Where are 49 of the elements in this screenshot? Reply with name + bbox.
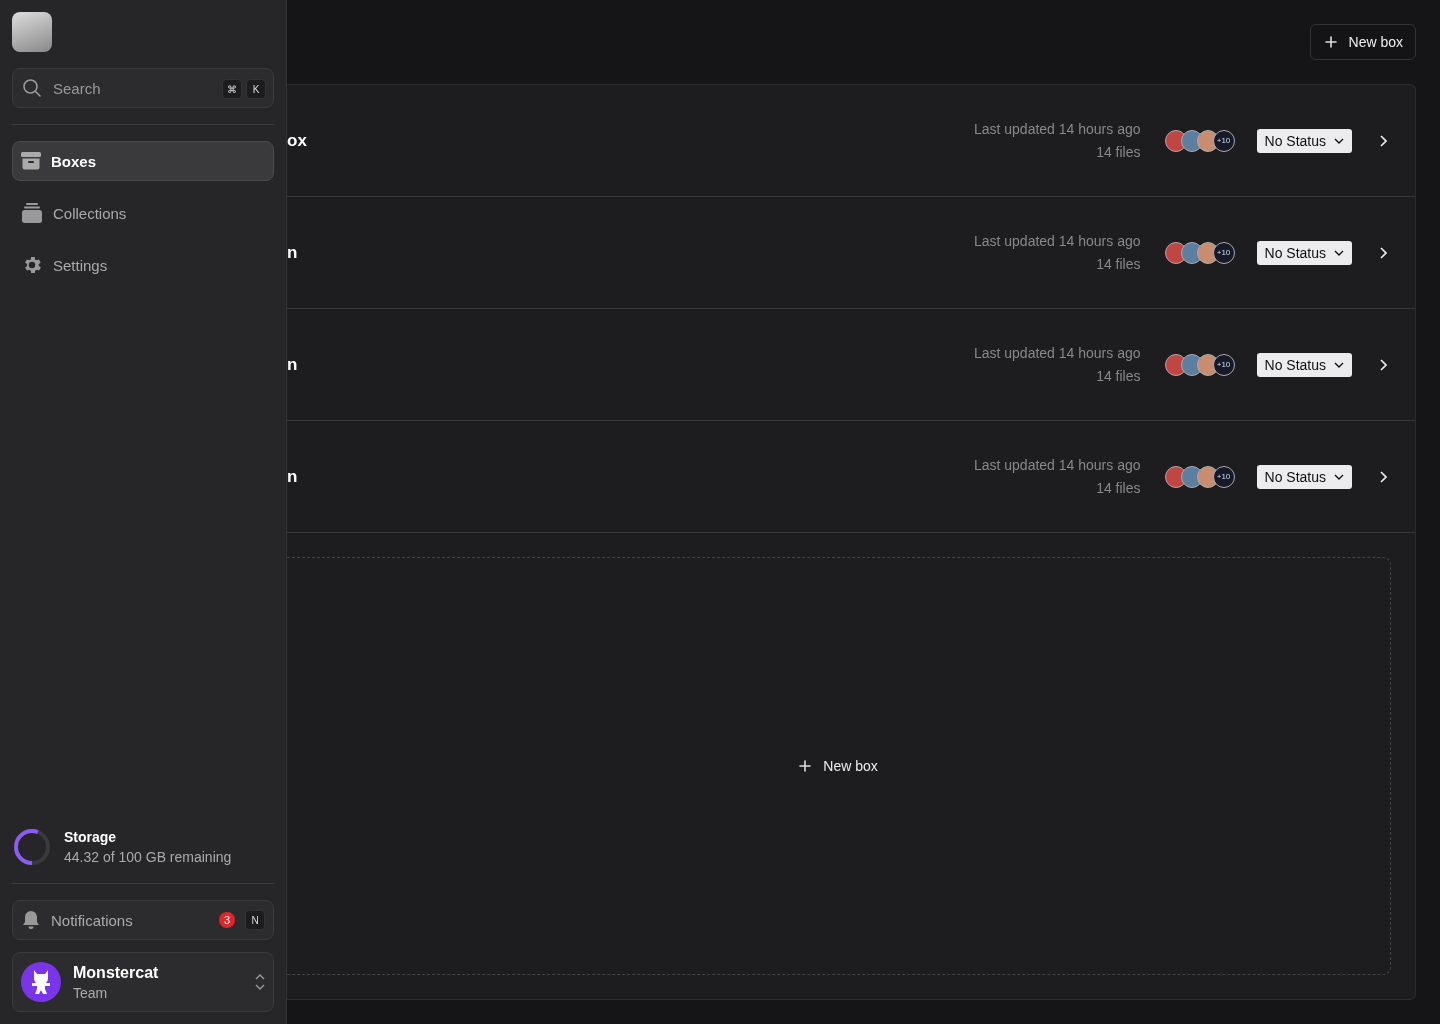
chevron-right-icon [1380,470,1387,483]
shortcut-key: ⌘ [222,79,242,99]
file-count: 14 files [1095,142,1141,162]
status-dropdown[interactable]: No Status [1256,352,1352,377]
caret-icon [1334,473,1344,480]
box-title: ox [287,130,307,151]
sidebar-item[interactable]: Collections [12,193,274,233]
more-members-count: +10 [1212,129,1235,152]
plus-icon [799,760,812,772]
box-title: n [287,466,298,487]
more-members-count: +10 [1212,241,1235,264]
box-title: n [287,242,298,263]
more-members-count: +10 [1212,465,1235,488]
chevron-right-icon [1380,134,1387,147]
storage-detail: 44.32 of 100 GB remaining [64,849,232,865]
archive-box-icon [21,152,41,170]
new-box-button[interactable]: New box [793,757,884,775]
last-updated: Last updated 14 hours ago [972,343,1141,363]
mascot-icon [30,970,52,994]
shortcut-key: K [246,79,266,99]
chevron-updown-icon [255,974,265,990]
caret-icon [1334,249,1344,256]
stack-icon [21,203,43,223]
status-dropdown[interactable]: No Status [1256,464,1352,489]
file-count: 14 files [1095,478,1141,498]
caret-icon [1334,137,1344,144]
last-updated: Last updated 14 hours ago [972,455,1141,475]
shortcut-key: N [245,910,265,930]
team-switcher[interactable]: Monstercat Team [12,952,274,1012]
file-count: 14 files [1095,254,1141,274]
chevron-right-icon [1380,246,1387,259]
caret-icon [1334,361,1344,368]
notifications-button[interactable]: Notifications 3 N [12,900,274,940]
sidebar-item[interactable]: Boxes [12,141,274,181]
bell-icon [21,910,41,930]
new-box-button[interactable]: New box [1309,24,1416,60]
box-title: n [287,354,298,375]
storage-title: Storage [64,829,118,845]
more-members-count: +10 [1212,353,1235,376]
file-count: 14 files [1095,366,1141,386]
sidebar-item[interactable]: Settings [12,245,274,285]
chevron-right-icon [1380,358,1387,371]
last-updated: Last updated 14 hours ago [972,231,1141,251]
notification-count: 3 [219,912,235,928]
app-logo [12,12,52,52]
status-dropdown[interactable]: No Status [1256,240,1352,265]
last-updated: Last updated 14 hours ago [972,119,1141,139]
plus-icon [1324,36,1337,48]
status-dropdown[interactable]: No Status [1256,128,1352,153]
